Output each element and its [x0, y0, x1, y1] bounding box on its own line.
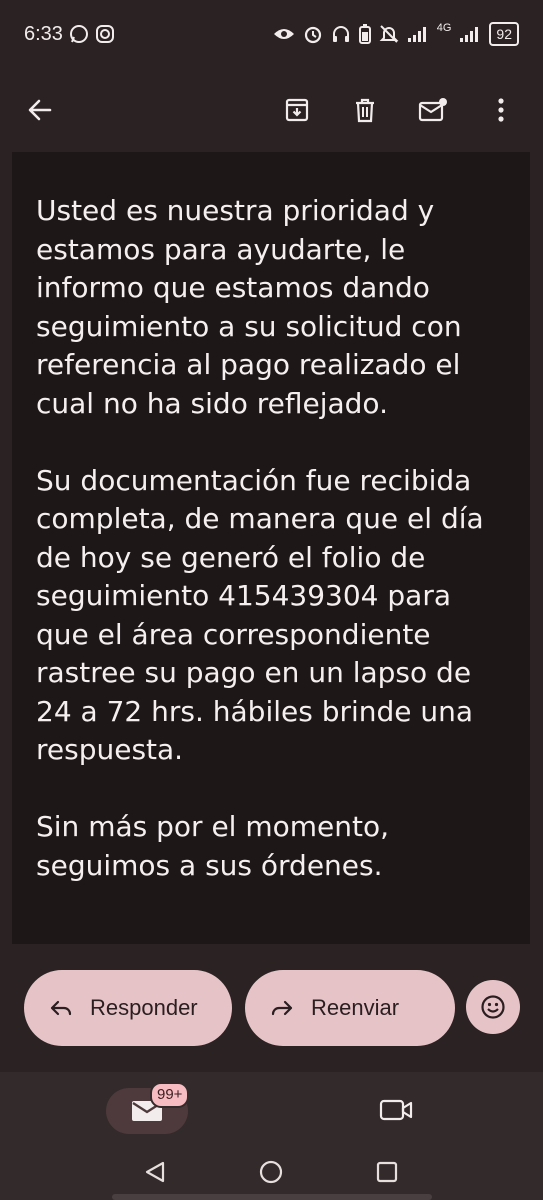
network-label: 4G	[436, 22, 452, 34]
video-camera-icon	[379, 1099, 413, 1121]
system-back-button[interactable]	[139, 1156, 171, 1188]
gesture-indicator	[112, 1194, 432, 1200]
emoji-reaction-button[interactable]	[466, 980, 520, 1034]
meet-tab[interactable]	[374, 1088, 418, 1132]
delete-icon	[356, 98, 374, 123]
whatsapp-icon	[69, 25, 88, 43]
email-paragraph: Usted es nuestra prioridad y estamos par…	[36, 194, 462, 420]
battery-level: 92	[489, 22, 519, 46]
mark-unread-icon	[418, 98, 447, 122]
email-paragraph: Sin más por el momento, seguimos a sus ó…	[36, 810, 390, 882]
reply-action-bar: Responder Reenviar	[0, 944, 543, 1072]
square-recents-icon	[376, 1161, 398, 1183]
app-bar-actions	[273, 86, 529, 134]
circle-home-icon	[259, 1160, 283, 1184]
email-body[interactable]: Usted es nuestra prioridad y estamos par…	[12, 152, 530, 944]
bottom-navigation: 99+	[0, 1072, 543, 1144]
reply-icon	[50, 1000, 72, 1016]
alarm-icon	[304, 26, 321, 44]
email-paragraph: Su documentación fue recibida completa, …	[36, 463, 484, 767]
status-right: 4G 92	[273, 22, 519, 46]
headphones-icon	[332, 26, 349, 42]
back-button[interactable]	[14, 84, 66, 136]
mark-unread-button[interactable]	[409, 86, 457, 134]
app-bar	[0, 68, 543, 152]
unread-count-badge: 99+	[150, 1082, 190, 1108]
mute-icon	[379, 25, 399, 43]
back-arrow-icon	[28, 99, 52, 121]
system-navigation	[0, 1144, 543, 1200]
archive-icon	[285, 98, 309, 122]
archive-button[interactable]	[273, 86, 321, 134]
emoji-icon	[481, 995, 505, 1019]
instagram-icon	[95, 25, 114, 43]
forward-button[interactable]: Reenviar	[245, 970, 455, 1046]
system-recents-button[interactable]	[371, 1156, 403, 1188]
status-left: 6:33	[24, 23, 115, 46]
forward-label: Reenviar	[311, 995, 400, 1020]
more-vert-icon	[498, 98, 504, 122]
signal-icon	[407, 27, 426, 42]
triangle-back-icon	[145, 1161, 165, 1183]
status-bar: 6:33 4G 92	[0, 0, 543, 68]
eye-icon	[273, 29, 294, 39]
clock: 6:33	[24, 22, 63, 45]
signal-icon-2	[460, 27, 479, 42]
more-options-button[interactable]	[477, 86, 525, 134]
battery-saver-icon	[358, 24, 371, 44]
reply-button[interactable]: Responder	[24, 970, 232, 1046]
forward-icon	[271, 1000, 293, 1016]
reply-label: Responder	[90, 995, 198, 1020]
delete-button[interactable]	[341, 86, 389, 134]
system-home-button[interactable]	[255, 1156, 287, 1188]
